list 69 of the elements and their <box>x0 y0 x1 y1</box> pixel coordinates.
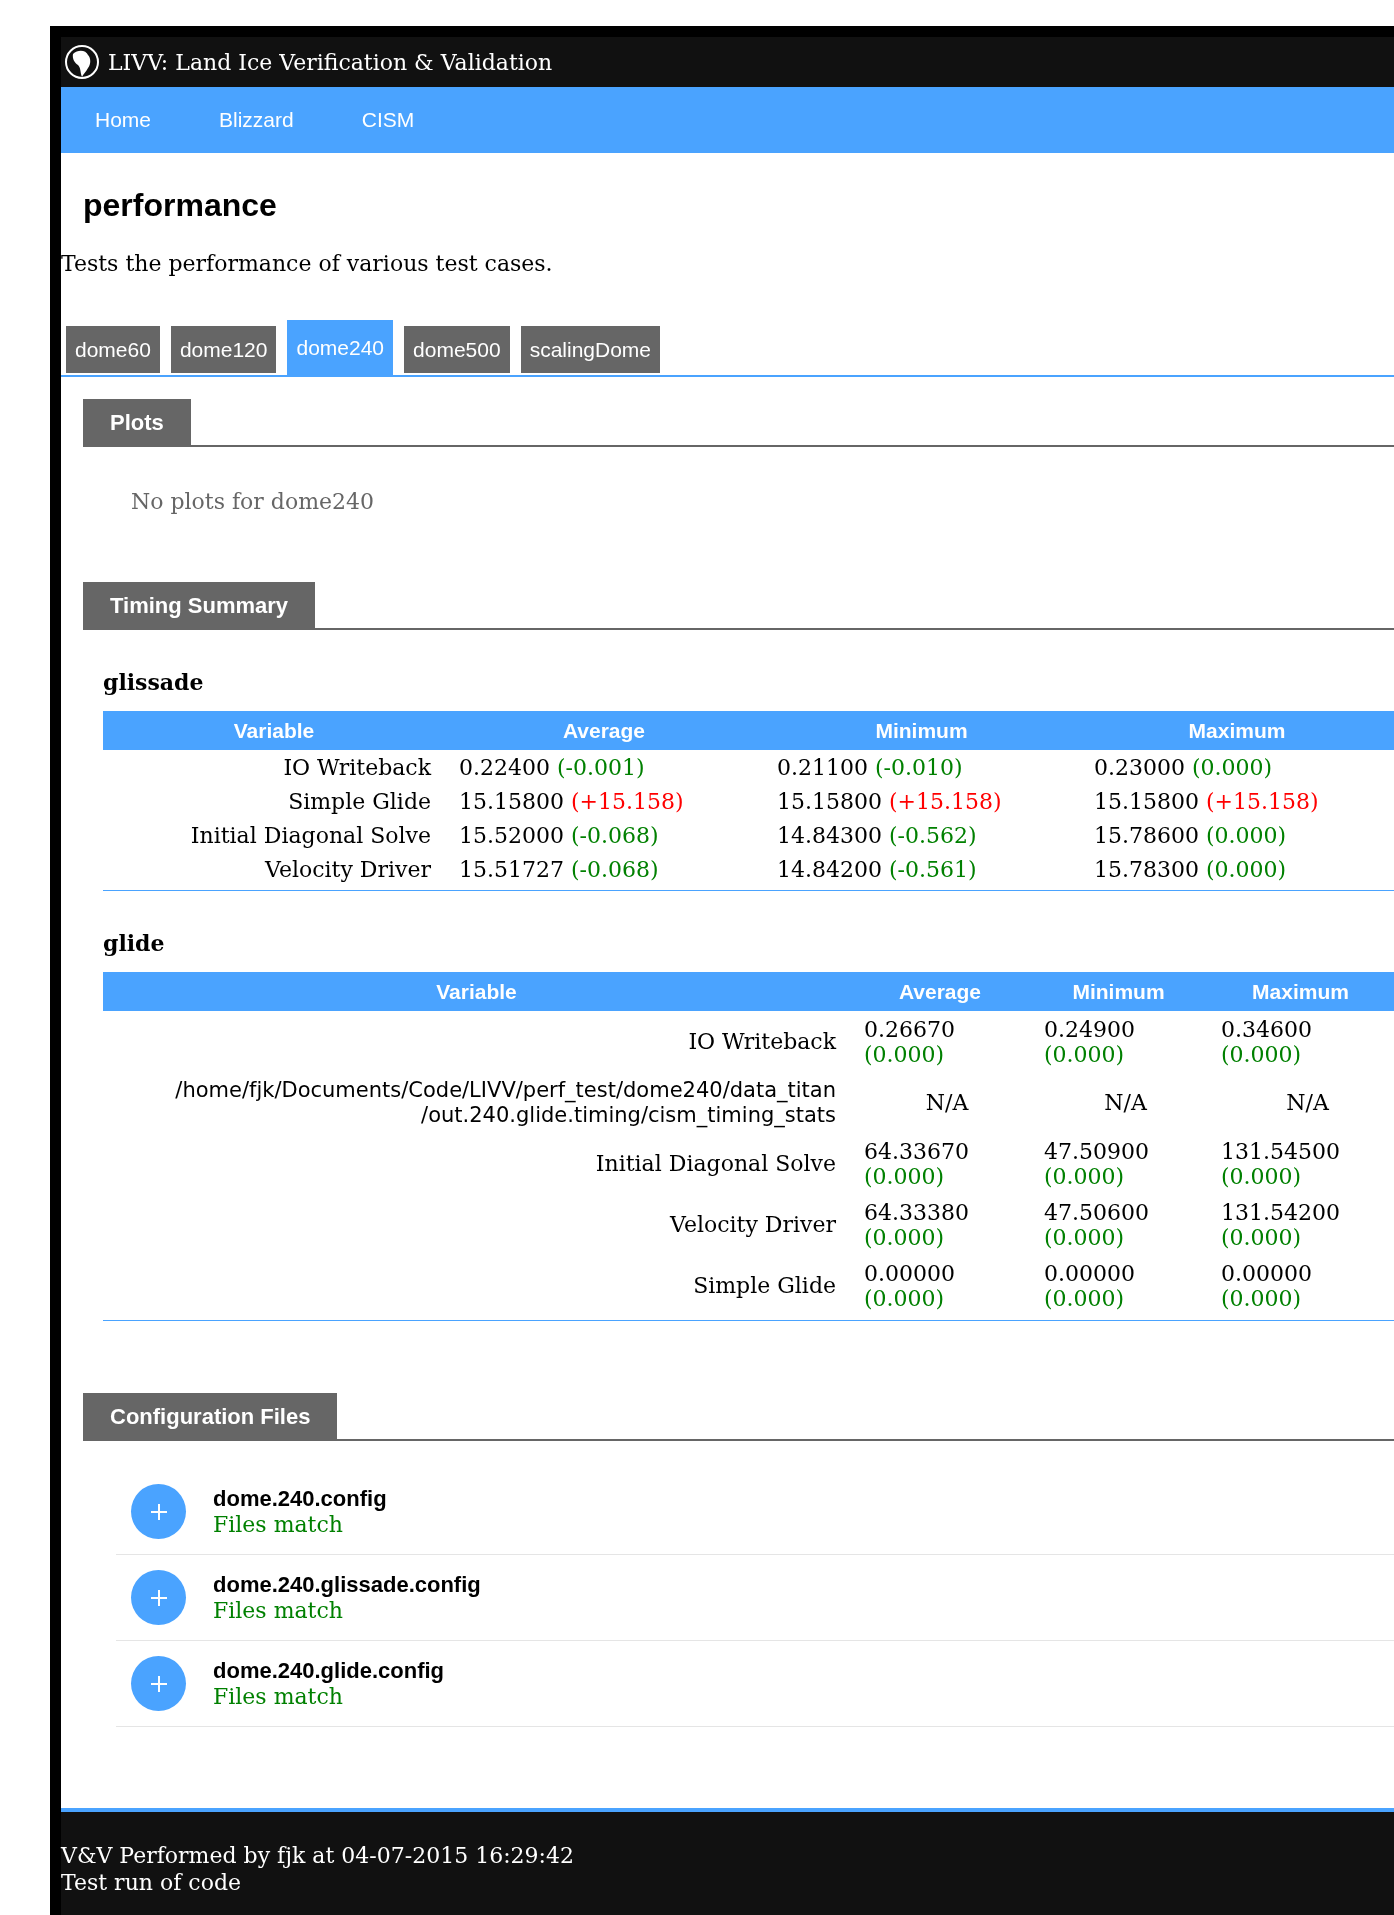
variable-name: Velocity Driver <box>263 856 432 882</box>
variable-name: Simple Glide <box>692 1273 837 1298</box>
table-cell-text: 0.26670 (0.000) <box>864 1016 956 1067</box>
file-name: dome.240.glissade.config <box>213 1571 481 1598</box>
column-header: Maximum <box>1187 717 1287 744</box>
variable-name: /home/fjk/Documents/Code/LIVV/perf_test/dome240/data_titan /out.240.glide.timing/cism_timing_stats <box>174 1077 837 1128</box>
globe-icon <box>64 44 100 80</box>
column-header: Maximum <box>1251 978 1350 1005</box>
tab[interactable]: dome60 <box>66 326 160 373</box>
table-cell-text: 15.78600 (0.000) <box>1094 821 1288 850</box>
table-cell-text: 0.00000 (0.000) <box>864 1260 956 1311</box>
table-cell-text: 131.54500 (0.000) <box>1221 1138 1341 1189</box>
column-header: Variable <box>232 717 316 744</box>
column-header: Minimum <box>874 717 969 744</box>
table-cell-text: 14.84200 (-0.561) <box>777 855 978 884</box>
table-cell-text: 14.84300 (-0.562) <box>777 821 978 850</box>
footer-text: Test run of code <box>61 1869 242 1896</box>
table-cell-text: N/A <box>924 1090 970 1115</box>
file-status: Files match <box>213 1511 344 1538</box>
file-status: Files match <box>213 1597 344 1624</box>
tab[interactable]: dome500 <box>404 326 510 373</box>
empty-message: No plots for dome240 <box>131 488 376 516</box>
table-cell-text: 131.54200 (0.000) <box>1221 1199 1341 1250</box>
table-cell-text: 0.22400 (-0.001) <box>459 753 646 782</box>
site-title: LIVV: Land Ice Verification & Validation <box>108 48 553 77</box>
table-cell-text: N/A <box>1285 1090 1330 1115</box>
table-cell-text: 47.50900 (0.000) <box>1044 1138 1150 1189</box>
column-header: Variable <box>435 978 518 1005</box>
table-cell-text: 15.15800 (+15.158) <box>459 787 685 816</box>
table-cell-text: 15.15800 (+15.158) <box>1094 787 1320 816</box>
table-cell-text: 0.00000 (0.000) <box>1044 1260 1136 1311</box>
variable-name: Initial Diagonal Solve <box>189 822 432 848</box>
plus-icon <box>149 1502 168 1521</box>
tab[interactable]: scalingDome <box>520 326 660 373</box>
variable-name: IO Writeback <box>282 754 433 780</box>
file-name: dome.240.config <box>213 1485 387 1512</box>
table-cell-text: 15.15800 (+15.158) <box>777 787 1003 816</box>
table-cell-text: 0.34600 (0.000) <box>1221 1016 1313 1067</box>
variable-name: IO Writeback <box>687 1029 838 1054</box>
table-cell-text: 64.33670 (0.000) <box>864 1138 970 1189</box>
table-cell-text: 0.24900 (0.000) <box>1044 1016 1136 1067</box>
variable-name: Simple Glide <box>287 788 432 814</box>
column-header: Minimum <box>1071 978 1166 1005</box>
page-description: Tests the performance of various test cases. <box>61 250 554 278</box>
table-cell-text: 47.50600 (0.000) <box>1044 1199 1150 1250</box>
table-title: glissade <box>103 668 205 697</box>
file-status: Files match <box>213 1683 344 1710</box>
plus-icon <box>149 1588 168 1607</box>
file-name: dome.240.glide.config <box>213 1657 445 1684</box>
table-cell-text: 0.23000 (0.000) <box>1094 753 1274 782</box>
table-cell-text: 0.21100 (-0.010) <box>777 753 964 782</box>
variable-name: Initial Diagonal Solve <box>594 1151 837 1176</box>
table-cell-text: N/A <box>1103 1090 1148 1115</box>
plus-icon <box>149 1674 168 1693</box>
table-cell-text: 15.78300 (0.000) <box>1094 855 1288 884</box>
expand-button[interactable] <box>131 1656 186 1711</box>
expand-button[interactable] <box>131 1484 186 1539</box>
table-cell-text: 64.33380 (0.000) <box>864 1199 970 1250</box>
variable-name: Velocity Driver <box>668 1212 837 1237</box>
column-header: Average <box>561 717 647 744</box>
table-cell-text: 15.52000 (-0.068) <box>459 821 660 850</box>
table-cell-text: 15.51727 (-0.068) <box>459 855 660 884</box>
column-header: Average <box>897 978 983 1005</box>
table-cell-text: 0.00000 (0.000) <box>1221 1260 1313 1311</box>
page-title: performance <box>83 186 278 225</box>
tab[interactable]: dome120 <box>170 326 277 373</box>
footer-text: V&V Performed by fjk at 04-07-2015 16:29:42 <box>61 1842 575 1869</box>
expand-button[interactable] <box>131 1570 186 1625</box>
table-title: glide <box>103 929 166 958</box>
